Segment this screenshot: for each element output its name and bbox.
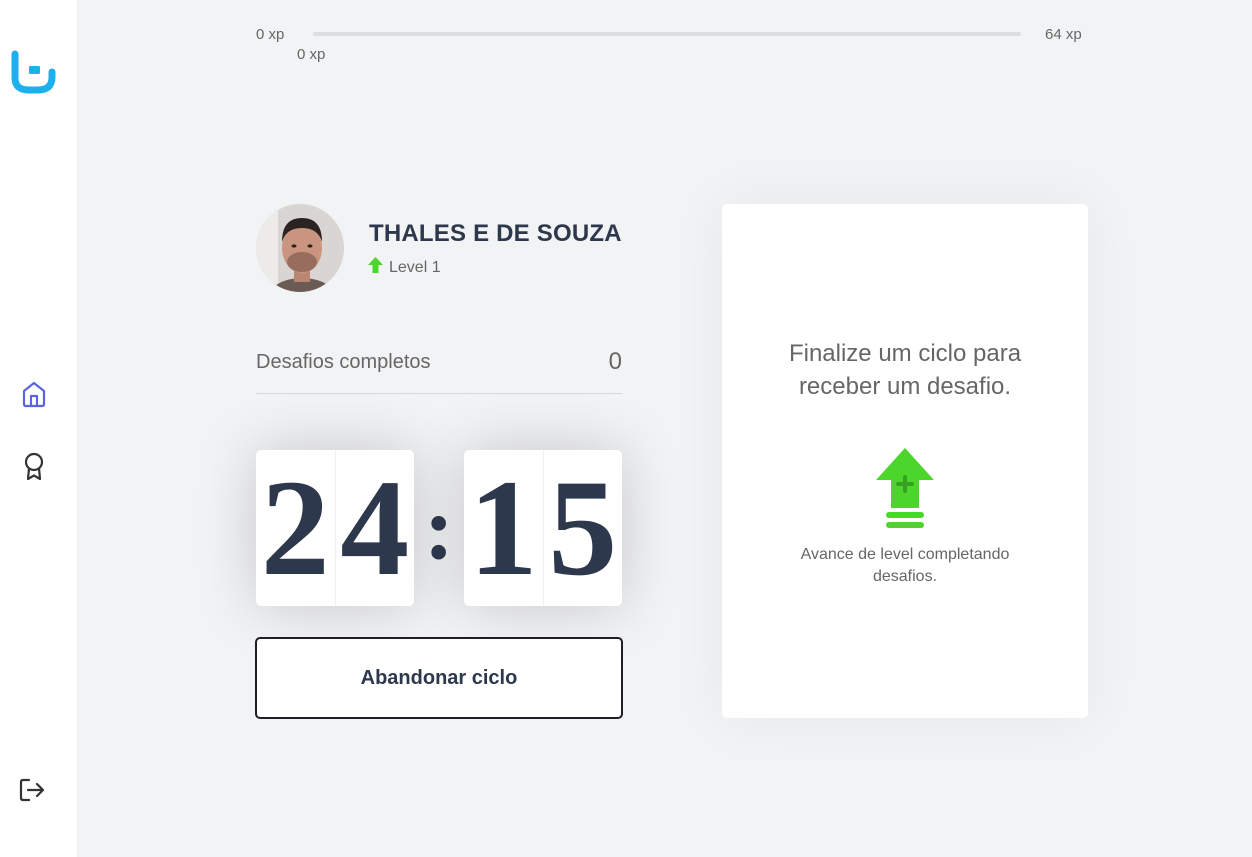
seconds-tens-digit: 1	[468, 451, 538, 604]
seconds-ones-digit: 5	[542, 450, 623, 606]
completed-challenges: Desafios completos 0	[256, 345, 622, 394]
countdown-minutes: 2 4	[256, 450, 414, 606]
logout-icon[interactable]	[16, 774, 48, 806]
countdown-seconds: 1 5	[464, 450, 622, 606]
xp-start-label: 0 xp	[256, 26, 285, 43]
xp-progress-track	[313, 32, 1021, 36]
minutes-tens-digit: 2	[260, 451, 330, 604]
award-icon[interactable]	[18, 450, 50, 482]
level-label: Level 1	[389, 258, 441, 276]
avatar	[256, 204, 344, 292]
challenge-box-description: Avance de level completando desafios.	[800, 546, 1010, 585]
xp-end-label: 64 xp	[1045, 26, 1082, 43]
level-up-arrow-icon	[874, 446, 936, 530]
completed-challenges-label: Desafios completos	[256, 351, 431, 373]
countdown-separator: :	[424, 478, 454, 578]
sidebar	[0, 0, 77, 857]
xp-current-label: 0 xp	[297, 46, 326, 63]
challenge-box: Finalize um ciclo para receber um desafi…	[722, 204, 1088, 718]
profile-level: Level 1	[368, 257, 441, 278]
home-icon[interactable]	[18, 378, 50, 410]
challenge-box-title: Finalize um ciclo para receber um desafi…	[788, 340, 1022, 400]
completed-challenges-count: 0	[608, 348, 622, 375]
minutes-ones-digit: 4	[334, 450, 415, 606]
brand-logo-icon[interactable]	[10, 50, 56, 94]
abandon-cycle-button[interactable]: Abandonar ciclo	[255, 637, 623, 719]
profile-name: THALES E DE SOUZA	[369, 220, 622, 247]
level-up-arrow-icon	[368, 257, 383, 278]
